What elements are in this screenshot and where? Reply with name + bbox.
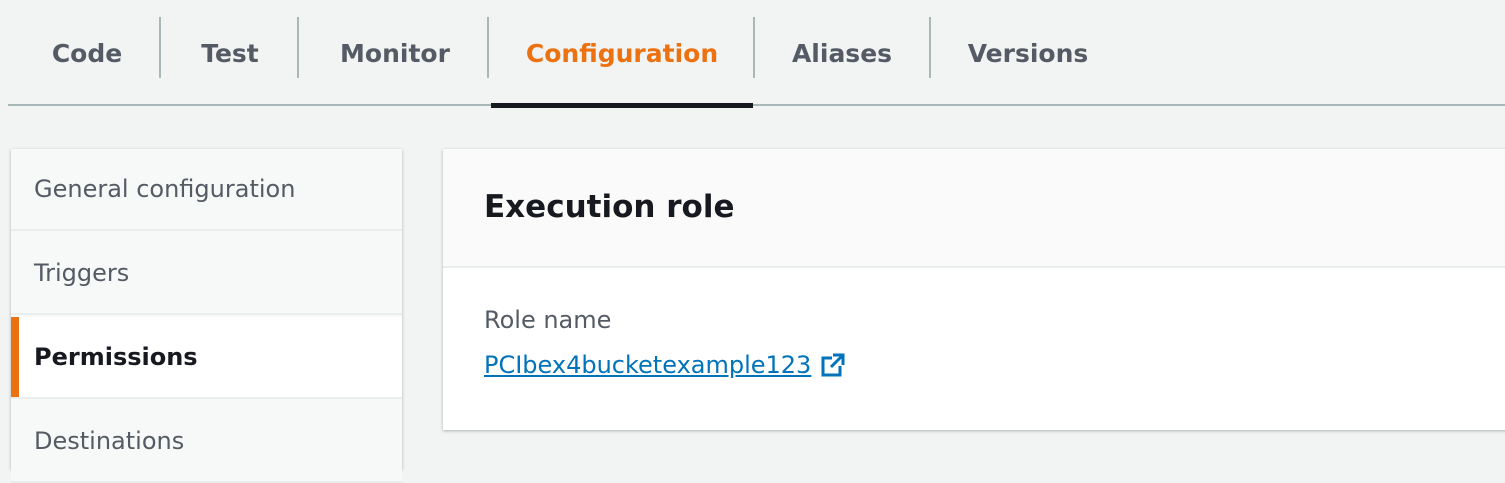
tab-aliases[interactable]: Aliases (776, 0, 908, 106)
tab-divider (753, 17, 755, 78)
tab-configuration[interactable]: Configuration (491, 0, 753, 108)
sidebar-item-label: Permissions (34, 343, 198, 371)
tab-monitor[interactable]: Monitor (320, 0, 470, 106)
sidebar-item-label: Triggers (34, 259, 130, 287)
sidebar-item-destinations[interactable]: Destinations (11, 401, 402, 483)
tab-divider (929, 17, 931, 78)
panel-title: Execution role (484, 189, 735, 225)
configuration-side-nav: General configuration Triggers Permissio… (11, 149, 402, 483)
external-link-icon (821, 353, 845, 377)
sidebar-item-permissions[interactable]: Permissions (11, 317, 402, 399)
sidebar-item-label: Destinations (34, 427, 185, 455)
tab-code[interactable]: Code (38, 0, 136, 106)
tab-test[interactable]: Test (182, 0, 278, 106)
tab-divider (159, 17, 161, 78)
sidebar-item-label: General configuration (34, 175, 296, 203)
sidebar-item-triggers[interactable]: Triggers (11, 233, 402, 315)
tab-versions[interactable]: Versions (952, 0, 1104, 106)
tab-divider (487, 17, 489, 78)
panel-header: Execution role (443, 149, 1505, 268)
role-name-value: PCIbex4bucketexample123 (484, 351, 812, 379)
tab-bar: Code Test Monitor Configuration Aliases … (8, 0, 1505, 108)
role-name-link[interactable]: PCIbex4bucketexample123 (484, 351, 845, 379)
sidebar-item-general-configuration[interactable]: General configuration (11, 149, 402, 231)
role-name-label: Role name (484, 306, 612, 334)
tab-divider (297, 17, 299, 78)
execution-role-panel: Execution role Role name PCIbex4bucketex… (443, 149, 1505, 430)
